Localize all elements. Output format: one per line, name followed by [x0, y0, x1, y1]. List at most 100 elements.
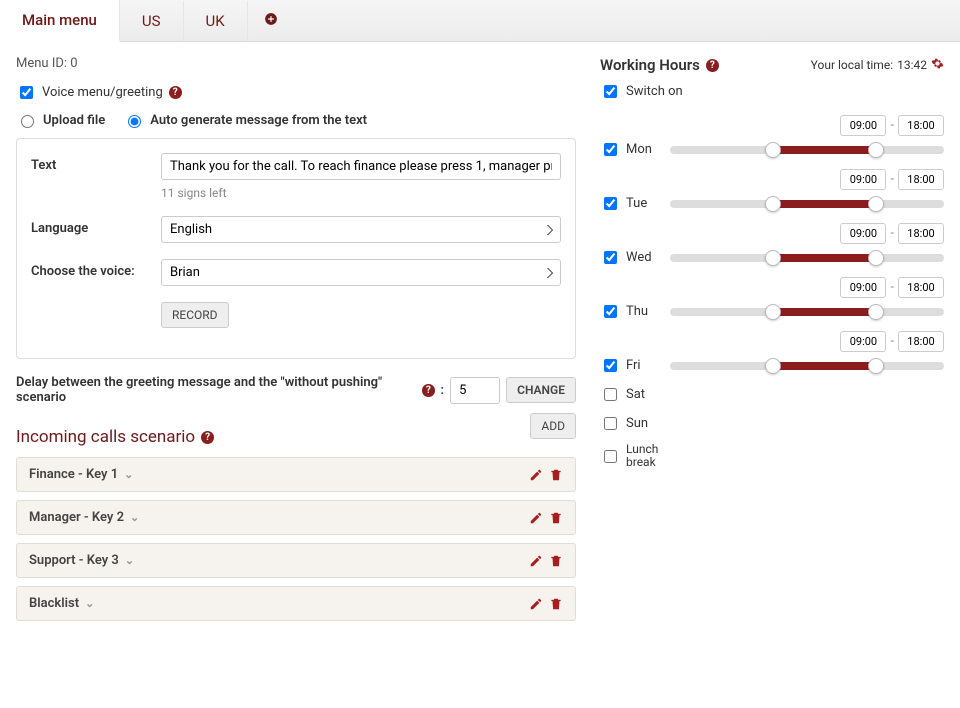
change-button[interactable]: CHANGE [506, 377, 576, 403]
chevron-down-icon: ⌄ [130, 511, 139, 524]
tab-uk[interactable]: UK [184, 1, 248, 41]
chevron-down-icon: ⌄ [125, 554, 134, 567]
lunch-break-label: Lunch break [626, 443, 662, 469]
scenario-label: Blacklist [29, 596, 79, 611]
day-checkbox[interactable] [604, 251, 617, 264]
help-icon[interactable]: ? [706, 59, 719, 72]
chevron-down-icon: ⌄ [85, 597, 94, 610]
day-label: Tue [626, 196, 647, 211]
dash: - [890, 172, 894, 187]
delete-icon[interactable] [549, 597, 563, 611]
time-from-input[interactable] [840, 331, 886, 352]
switch-on-checkbox[interactable] [604, 85, 617, 98]
edit-icon[interactable] [529, 468, 543, 482]
tab-main-menu[interactable]: Main menu [0, 0, 120, 42]
day-checkbox[interactable] [604, 417, 617, 430]
record-button[interactable]: RECORD [161, 302, 229, 328]
voice-menu-label: Voice menu/greeting [42, 85, 163, 100]
time-from-input[interactable] [840, 169, 886, 190]
day-checkbox[interactable] [604, 143, 617, 156]
slider-handle-to[interactable] [868, 304, 884, 320]
time-to-input[interactable] [898, 331, 944, 352]
time-range-slider[interactable] [670, 362, 944, 370]
day-label: Wed [626, 250, 652, 265]
upload-file-radio[interactable] [21, 115, 34, 128]
time-from-input[interactable] [840, 277, 886, 298]
auto-generate-radio[interactable] [128, 115, 141, 128]
dash: - [890, 280, 894, 295]
dash: - [890, 118, 894, 133]
time-to-input[interactable] [898, 277, 944, 298]
add-scenario-button[interactable]: ADD [530, 413, 576, 439]
day-label: Thu [626, 304, 648, 319]
edit-icon[interactable] [529, 511, 543, 525]
day-checkbox[interactable] [604, 388, 617, 401]
slider-handle-from[interactable] [765, 304, 781, 320]
time-range-slider[interactable] [670, 254, 944, 262]
signs-left: 11 signs left [161, 186, 561, 200]
message-panel: Text 11 signs left Language English Choo… [16, 138, 576, 359]
delay-input[interactable] [450, 377, 500, 404]
working-hours-title: Working Hours ? [600, 56, 719, 74]
slider-handle-to[interactable] [868, 142, 884, 158]
scenario-item[interactable]: Blacklist ⌄ [16, 586, 576, 621]
chevron-down-icon: ⌄ [124, 468, 133, 481]
lunch-break-checkbox[interactable] [604, 450, 617, 463]
tab-bar: Main menu US UK [0, 0, 960, 42]
dash: - [890, 226, 894, 241]
scenario-item[interactable]: Finance - Key 1 ⌄ [16, 457, 576, 492]
scenario-label: Finance - Key 1 [29, 467, 118, 482]
dash: - [890, 334, 894, 349]
day-checkbox[interactable] [604, 359, 617, 372]
time-to-input[interactable] [898, 169, 944, 190]
voice-menu-checkbox[interactable] [20, 86, 33, 99]
day-label: Sun [626, 416, 648, 431]
incoming-scenario-title: Incoming calls scenario ? [16, 427, 214, 447]
voice-label: Choose the voice: [31, 259, 161, 279]
add-tab-button[interactable] [248, 2, 294, 40]
day-checkbox[interactable] [604, 305, 617, 318]
scenario-label: Support - Key 3 [29, 553, 119, 568]
time-range-slider[interactable] [670, 146, 944, 154]
voice-select[interactable]: Brian [161, 259, 561, 286]
scenario-item[interactable]: Manager - Key 2 ⌄ [16, 500, 576, 535]
text-label: Text [31, 153, 161, 173]
day-label: Sat [626, 387, 645, 402]
gear-icon[interactable] [931, 57, 944, 74]
slider-handle-from[interactable] [765, 358, 781, 374]
time-to-input[interactable] [898, 223, 944, 244]
edit-icon[interactable] [529, 554, 543, 568]
scenario-item[interactable]: Support - Key 3 ⌄ [16, 543, 576, 578]
delete-icon[interactable] [549, 511, 563, 525]
day-label: Fri [626, 358, 641, 373]
edit-icon[interactable] [529, 597, 543, 611]
tab-us[interactable]: US [120, 1, 184, 41]
slider-handle-to[interactable] [868, 250, 884, 266]
day-label: Mon [626, 142, 652, 157]
message-text-input[interactable] [161, 153, 561, 180]
help-icon[interactable]: ? [169, 86, 182, 99]
time-from-input[interactable] [840, 115, 886, 136]
slider-handle-from[interactable] [765, 142, 781, 158]
menu-id-text: Menu ID: [16, 56, 67, 71]
day-checkbox[interactable] [604, 197, 617, 210]
switch-on-label: Switch on [626, 84, 683, 99]
slider-handle-to[interactable] [868, 358, 884, 374]
slider-handle-to[interactable] [868, 196, 884, 212]
menu-id-label: Menu ID: 0 [16, 56, 576, 71]
time-range-slider[interactable] [670, 308, 944, 316]
time-from-input[interactable] [840, 223, 886, 244]
plus-circle-icon [264, 12, 278, 26]
delete-icon[interactable] [549, 468, 563, 482]
time-range-slider[interactable] [670, 200, 944, 208]
language-select[interactable]: English [161, 216, 561, 243]
slider-handle-from[interactable] [765, 250, 781, 266]
time-to-input[interactable] [898, 115, 944, 136]
delete-icon[interactable] [549, 554, 563, 568]
help-icon[interactable]: ? [422, 384, 434, 397]
language-label: Language [31, 216, 161, 236]
slider-handle-from[interactable] [765, 196, 781, 212]
auto-generate-label: Auto generate message from the text [150, 113, 367, 128]
delay-label: Delay between the greeting message and t… [16, 375, 416, 405]
help-icon[interactable]: ? [201, 431, 214, 444]
